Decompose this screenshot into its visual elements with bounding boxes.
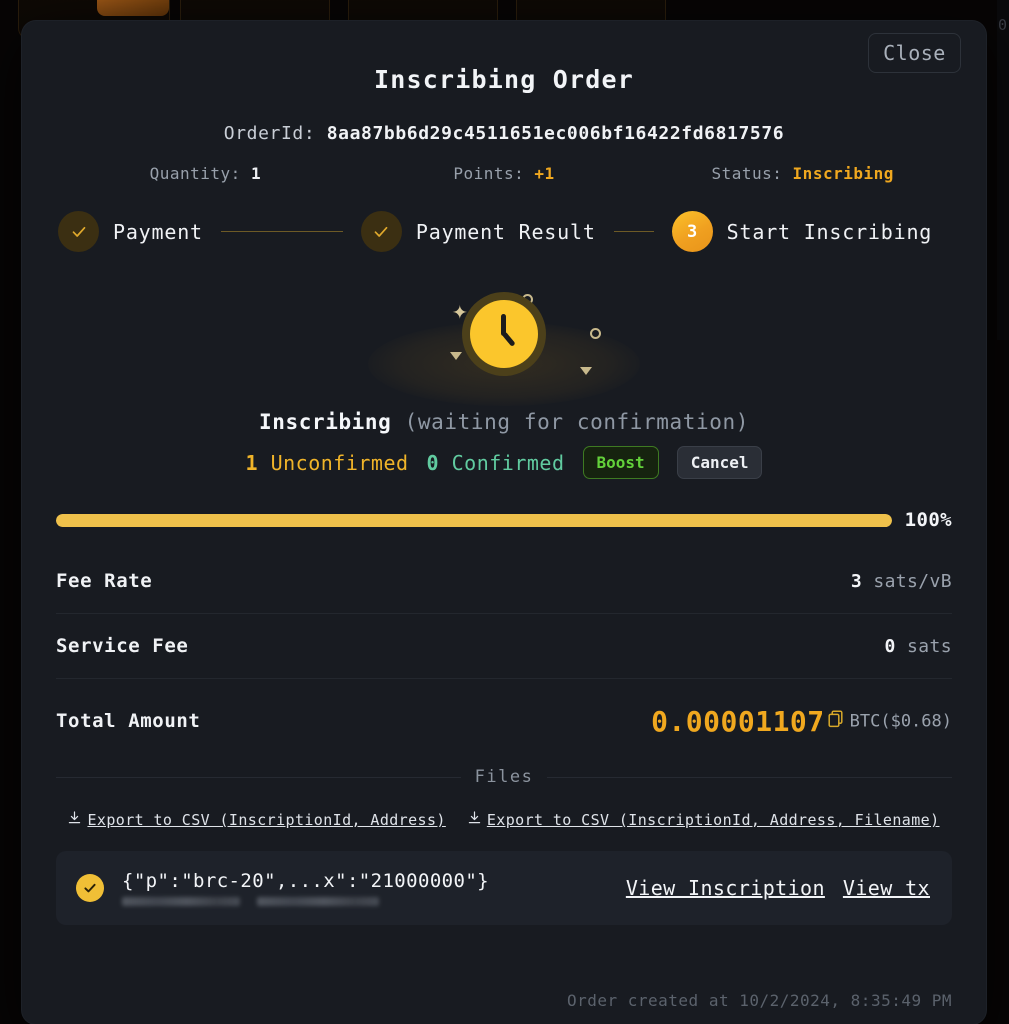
check-icon [58, 211, 99, 252]
export-link-1-label: Export to CSV (InscriptionId, Address) [87, 811, 446, 829]
close-button[interactable]: Close [868, 33, 961, 73]
file-redacted-details [122, 897, 626, 906]
divider-left [56, 776, 461, 778]
download-icon [468, 811, 481, 829]
status-badge: Inscribing [792, 164, 894, 183]
export-csv-inscriptionid-address-link[interactable]: Export to CSV (InscriptionId, Address) [68, 811, 445, 829]
confirmation-counts-row: 1 Unconfirmed 0 Confirmed Boost Cancel [22, 446, 986, 479]
inscribing-illustration: ✦ [22, 268, 986, 406]
total-amount-unit: BTC($0.68) [849, 711, 952, 731]
clock-icon [462, 292, 546, 376]
meta-quantity-value: 1 [250, 164, 262, 183]
status-main-text: Inscribing [258, 410, 392, 434]
triangle-icon [450, 352, 462, 360]
step-payment-result: Payment Result [360, 211, 596, 252]
view-tx-link[interactable]: View tx [843, 876, 930, 900]
export-links-row: Export to CSV (InscriptionId, Address) E… [22, 811, 986, 829]
file-list-item: {"p":"brc-20",...x":"21000000"} View Ins… [56, 851, 952, 925]
file-info: {"p":"brc-20",...x":"21000000"} [122, 870, 626, 906]
cancel-button[interactable]: Cancel [676, 446, 763, 479]
service-fee-number: 0 [884, 635, 896, 657]
divider-right [547, 776, 952, 778]
progress-bar [56, 513, 892, 527]
meta-status: Status: Inscribing [653, 164, 952, 183]
meta-status-label: Status: [711, 164, 783, 183]
unconfirmed-count-value: 1 [245, 450, 259, 475]
meta-points-value: +1 [534, 164, 555, 183]
step-number-badge: 3 [671, 211, 713, 252]
service-fee-value: 0 sats [885, 636, 952, 657]
step-connector [613, 231, 654, 232]
fee-list: Fee Rate 3 sats/vB Service Fee 0 sats To… [22, 549, 986, 763]
status-note-text: (waiting for confirmation) [404, 410, 749, 434]
step-payment: Payment [58, 211, 203, 252]
files-heading-text: Files [474, 767, 534, 787]
unconfirmed-count: 1 Unconfirmed [246, 451, 409, 475]
step-start-inscribing-label: Start Inscribing [726, 219, 933, 244]
order-meta-row: Quantity: 1 Points: +1 Status: Inscribin… [22, 164, 986, 183]
fee-rate-value: 3 sats/vB [851, 571, 952, 592]
clock-face [470, 300, 538, 368]
ring-dot-icon [590, 328, 601, 339]
order-stepper: Payment Payment Result 3 Start Inscribin… [22, 211, 986, 252]
redacted-text-block [122, 897, 240, 906]
inscribing-status-line: Inscribing (waiting for confirmation) [22, 410, 986, 434]
file-success-check-icon [76, 874, 104, 902]
fee-rate-label: Fee Rate [56, 570, 153, 592]
background-right-panel [997, 0, 1009, 340]
file-content-preview: {"p":"brc-20",...x":"21000000"} [122, 870, 490, 892]
fee-row-fee-rate: Fee Rate 3 sats/vB [56, 549, 952, 614]
confirmed-count: 0 Confirmed [427, 451, 565, 475]
boost-button[interactable]: Boost [582, 446, 659, 479]
view-inscription-link[interactable]: View Inscription [626, 876, 825, 900]
service-fee-label: Service Fee [56, 635, 189, 657]
order-id: OrderId: 8aa87bb6d29c4511651ec006bf16422… [22, 123, 986, 144]
export-csv-inscriptionid-address-filename-link[interactable]: Export to CSV (InscriptionId, Address, F… [468, 811, 940, 829]
fee-row-total-amount: Total Amount 0.00001107 BTC($0.68) [56, 679, 952, 763]
progress-bar-fill [56, 513, 892, 527]
confirmed-count-label: Confirmed [451, 450, 565, 475]
check-icon [360, 211, 402, 252]
fee-rate-unit: sats/vB [873, 570, 952, 592]
fee-rate-number: 3 [850, 570, 863, 592]
download-icon [68, 811, 81, 829]
order-id-label: OrderId: [223, 123, 316, 144]
progress-row: 100% [22, 509, 986, 531]
modal-title: Inscribing Order [373, 65, 635, 94]
progress-percent-label: 100% [904, 509, 952, 531]
step-connector [220, 231, 343, 232]
total-amount-value-group: 0.00001107 BTC($0.68) [651, 705, 952, 738]
export-link-2-label: Export to CSV (InscriptionId, Address, F… [486, 811, 940, 829]
total-amount-number: 0.00001107 [651, 704, 825, 738]
unconfirmed-count-label: Unconfirmed [270, 450, 409, 475]
step-payment-result-label: Payment Result [415, 219, 596, 244]
step-payment-label: Payment [113, 219, 203, 244]
order-created-timestamp: Order created at 10/2/2024, 8:35:49 PM [566, 991, 952, 1010]
meta-quantity: Quantity: 1 [56, 164, 355, 183]
file-action-links: View Inscription View tx [626, 876, 930, 900]
inscribing-order-modal: Close Inscribing Order OrderId: 8aa87bb6… [22, 21, 986, 1024]
background-thumbnail [97, 0, 169, 16]
confirmed-count-value: 0 [426, 450, 440, 475]
order-id-value: 8aa87bb6d29c4511651ec006bf16422fd6817576 [326, 123, 785, 144]
total-amount-label: Total Amount [56, 710, 201, 732]
clock-minute-hand [501, 331, 516, 347]
fee-row-service-fee: Service Fee 0 sats [56, 614, 952, 679]
background-edge-glyph: 0 [997, 16, 1007, 34]
service-fee-unit: sats [907, 635, 952, 657]
meta-points-label: Points: [453, 164, 525, 183]
triangle-icon [580, 367, 592, 375]
files-section-heading: Files [56, 767, 952, 787]
copy-icon[interactable] [828, 710, 844, 732]
step-start-inscribing: 3 Start Inscribing [671, 211, 933, 252]
meta-quantity-label: Quantity: [149, 164, 241, 183]
redacted-text-block [257, 897, 379, 906]
meta-points: Points: +1 [355, 164, 654, 183]
